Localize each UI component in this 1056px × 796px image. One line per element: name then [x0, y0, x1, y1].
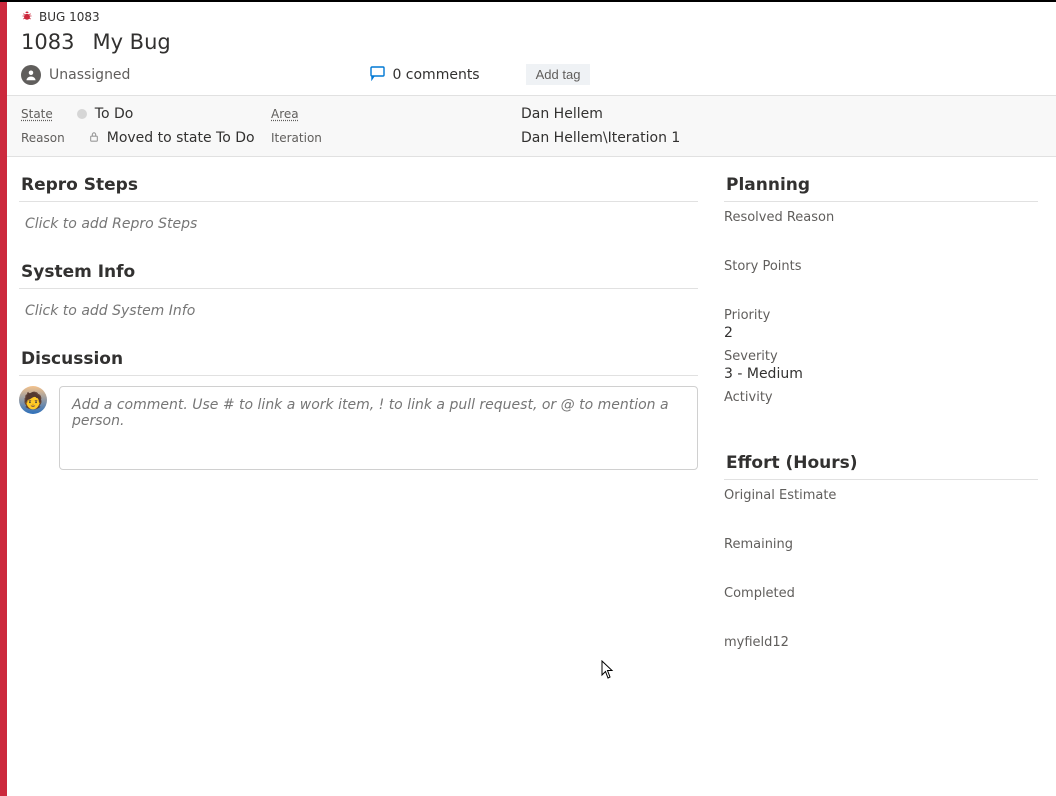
assignee-label: Unassigned: [49, 67, 130, 83]
divider: [724, 201, 1038, 202]
comment-input[interactable]: Add a comment. Use # to link a work item…: [59, 386, 698, 470]
iteration-field[interactable]: Dan Hellem\Iteration 1: [521, 130, 1042, 146]
work-item-id: 1083: [21, 30, 74, 54]
story-points-label: Story Points: [724, 259, 1038, 274]
activity-field[interactable]: [724, 407, 1038, 423]
resolved-reason-field[interactable]: [724, 227, 1038, 243]
area-label: Area: [271, 107, 299, 121]
completed-label: Completed: [724, 586, 1038, 601]
repro-steps-heading: Repro Steps: [19, 175, 698, 195]
avatar: 🧑: [19, 386, 47, 414]
story-points-field[interactable]: [724, 276, 1038, 292]
iteration-label: Iteration: [271, 131, 322, 145]
original-estimate-label: Original Estimate: [724, 488, 1038, 503]
divider: [19, 375, 698, 376]
activity-label: Activity: [724, 390, 1038, 405]
work-item-title[interactable]: My Bug: [92, 30, 170, 54]
divider: [19, 288, 698, 289]
state-value: To Do: [95, 106, 134, 122]
state-field[interactable]: To Do: [77, 106, 134, 122]
priority-label: Priority: [724, 308, 1038, 323]
assignee-picker[interactable]: Unassigned: [21, 65, 130, 85]
effort-heading: Effort (Hours): [724, 453, 1038, 473]
resolved-reason-label: Resolved Reason: [724, 210, 1038, 225]
person-icon: [21, 65, 41, 85]
state-label: State: [21, 107, 53, 121]
repro-steps-input[interactable]: Click to add Repro Steps: [19, 212, 698, 236]
system-info-input[interactable]: Click to add System Info: [19, 299, 698, 323]
reason-label: Reason: [21, 131, 65, 145]
comments-link[interactable]: 0 comments: [370, 65, 479, 85]
divider: [19, 201, 698, 202]
work-item-type-row: BUG 1083: [21, 10, 1042, 24]
work-item-color-accent: [0, 2, 7, 796]
custom-field-field[interactable]: [724, 652, 1038, 668]
remaining-field[interactable]: [724, 554, 1038, 570]
iteration-value: Dan Hellem\Iteration 1: [521, 130, 680, 146]
comments-count-label: 0 comments: [392, 67, 479, 83]
comment-icon: [370, 65, 386, 85]
bug-icon: [21, 10, 33, 24]
discussion-heading: Discussion: [19, 349, 698, 369]
divider: [724, 479, 1038, 480]
system-info-heading: System Info: [19, 262, 698, 282]
custom-field-label: myfield12: [724, 635, 1038, 650]
area-value: Dan Hellem: [521, 106, 603, 122]
work-item-type-label: BUG 1083: [39, 10, 100, 24]
reason-field[interactable]: Moved to state To Do: [89, 130, 255, 146]
severity-field[interactable]: 3 - Medium: [724, 366, 1038, 382]
completed-field[interactable]: [724, 603, 1038, 619]
priority-field[interactable]: 2: [724, 325, 1038, 341]
original-estimate-field[interactable]: [724, 505, 1038, 521]
state-dot-icon: [77, 109, 87, 119]
area-field[interactable]: Dan Hellem: [521, 106, 1042, 122]
reason-value: Moved to state To Do: [107, 130, 255, 146]
severity-label: Severity: [724, 349, 1038, 364]
add-tag-button[interactable]: Add tag: [526, 64, 591, 85]
remaining-label: Remaining: [724, 537, 1038, 552]
lock-icon: [89, 131, 99, 146]
planning-heading: Planning: [724, 175, 1038, 195]
